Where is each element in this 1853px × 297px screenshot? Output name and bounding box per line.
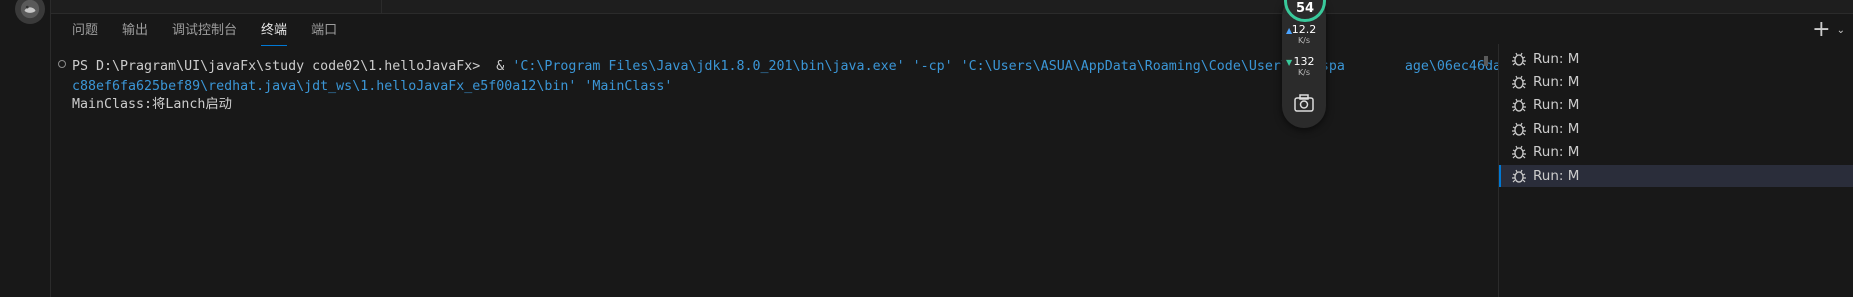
upload-arrow-icon: ▲ [1286, 26, 1293, 35]
terminal-tab-item[interactable]: Run: M [1499, 94, 1853, 116]
program-output: MainClass:将Lanch启动 [72, 97, 232, 112]
network-monitor-widget[interactable]: 54 ▲ 12.2 K/s ▼ 132 K/s [1282, 0, 1326, 128]
upload-speed: ▲ 12.2 K/s [1282, 24, 1326, 46]
tab-output[interactable]: 输出 [122, 22, 148, 46]
terminal-output[interactable]: PS D:\Pragram\UI\javaFx\study code02\1.h… [60, 56, 1565, 144]
terminal-tab-label: Run: M [1533, 74, 1580, 90]
tab-problems[interactable]: 问题 [72, 22, 98, 46]
camera-icon[interactable] [1294, 94, 1314, 112]
bug-icon [1512, 98, 1526, 112]
download-speed: ▼ 132 K/s [1282, 56, 1326, 78]
bug-icon [1512, 52, 1526, 66]
tab-ports[interactable]: 端口 [311, 22, 337, 46]
terminal-tab-label: Run: M [1533, 144, 1580, 160]
download-arrow-icon: ▼ [1286, 58, 1293, 67]
terminal-prompt: PS D:\Pragram\UI\javaFx\study code02\1.h… [72, 59, 481, 74]
terminal-tab-label: Run: M [1533, 51, 1580, 67]
new-terminal-button[interactable]: + [1812, 19, 1830, 41]
ring-value: 54 [1295, 1, 1315, 16]
bug-icon [1512, 75, 1526, 89]
panel-actions: + ⌄ [1812, 19, 1845, 41]
terminal-tab-item[interactable]: Run: M [1499, 71, 1853, 93]
terminal-scrollbar[interactable] [1484, 56, 1488, 66]
terminal-line-1: PS D:\Pragram\UI\javaFx\study code02\1.h… [72, 56, 1565, 78]
bug-icon [1512, 122, 1526, 136]
terminal-tab-label: Run: M [1533, 121, 1580, 137]
terminal-tabs-list: Run: M Run: M Run: M Run: M Run: M Run: … [1498, 44, 1853, 297]
panel-tabs: 问题 输出 调试控制台 终端 端口 [72, 22, 361, 46]
terminal-line-3: MainClass:将Lanch启动 [72, 94, 232, 116]
command-mainclass: 'MainClass' [584, 79, 673, 94]
download-unit: K/s [1297, 68, 1311, 77]
command-text-cont: c88ef6fa625bef89\redhat.java\jdt_ws\1.he… [72, 79, 577, 94]
terminal-tab-item[interactable]: Run: M [1499, 118, 1853, 140]
editor-divider [381, 0, 382, 13]
terminal-tab-label: Run: M [1533, 168, 1580, 184]
tab-terminal[interactable]: 终端 [261, 22, 288, 46]
chevron-down-icon[interactable]: ⌄ [1837, 25, 1845, 36]
bug-icon [1512, 145, 1526, 159]
terminal-tab-item-selected[interactable]: Run: M [1499, 165, 1853, 187]
command-operator: & [496, 59, 505, 74]
terminal-tab-item[interactable]: Run: M [1499, 48, 1853, 70]
bug-icon [1512, 169, 1526, 183]
editor-tab-strip [51, 0, 1853, 14]
terminal-tab-item[interactable]: Run: M [1499, 141, 1853, 163]
cpu-ring-gauge: 54 [1284, 0, 1326, 22]
accounts-icon[interactable] [15, 0, 45, 24]
account-avatar-icon [20, 0, 40, 19]
activity-bar [0, 0, 51, 297]
terminal-tab-label: Run: M [1533, 97, 1580, 113]
tab-debug-console[interactable]: 调试控制台 [172, 22, 237, 46]
command-text: 'C:\Program Files\Java\jdk1.8.0_201\bin\… [512, 59, 1345, 74]
upload-unit: K/s [1297, 36, 1311, 45]
